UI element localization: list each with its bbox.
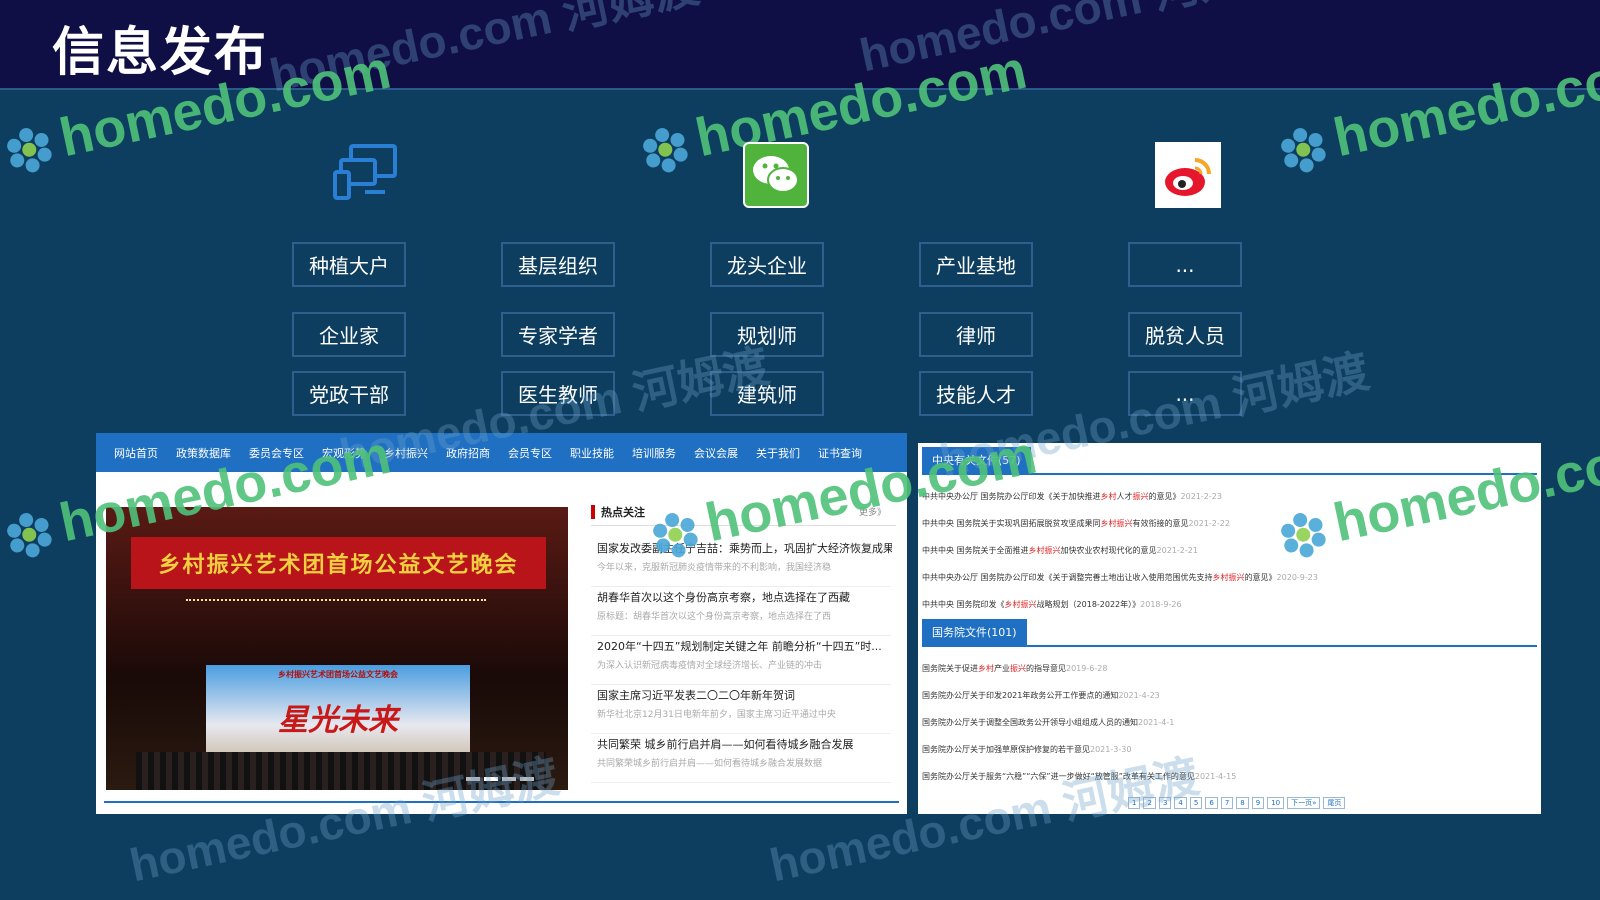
group-button[interactable]: 脱贫人员 (1128, 312, 1242, 357)
nav-item[interactable]: 网站首页 (114, 445, 158, 461)
flower-logo-icon (1281, 512, 1326, 558)
nav-item[interactable]: 培训服务 (632, 445, 676, 461)
group-button[interactable]: 企业家 (292, 312, 406, 357)
tab-state-council-docs[interactable]: 国务院文件(101) (922, 619, 1027, 645)
group-button[interactable]: 种植大户 (292, 242, 406, 287)
doc-item[interactable]: 国务院办公厅关于加强草原保护修复的若干意见2021-3-30 (922, 744, 1131, 755)
next-page-link[interactable]: 下一页» (1287, 797, 1321, 809)
flower-logo-icon (643, 127, 688, 173)
flower-logo-icon (1281, 127, 1326, 173)
flower-logo-icon (7, 127, 52, 173)
last-page-link[interactable]: 尾页 (1323, 797, 1346, 809)
flower-logo-icon (7, 512, 52, 558)
news-item[interactable]: 国家主席习近平发表二〇二〇年新年贺词 新华社北京12月31日电新年前夕，国家主席习… (591, 685, 891, 734)
group-button[interactable]: 专家学者 (501, 312, 615, 357)
page-link[interactable]: 8 (1236, 797, 1249, 809)
doc-item[interactable]: 国务院办公厅关于调整全国政务公开领导小组组成人员的通知2021-4-1 (922, 717, 1174, 728)
screen-art: 星光未来 (278, 703, 398, 738)
page-link[interactable]: 6 (1205, 797, 1218, 809)
doc-item[interactable]: 中共中央 国务院关于全面推进乡村振兴加快农业农村现代化的意见2021-2-21 (922, 545, 1198, 556)
doc-item[interactable]: 国务院关于促进乡村产业振兴的指导意见2019-6-28 (922, 663, 1107, 674)
banner-text: 乡村振兴艺术团首场公益文艺晚会 (158, 553, 519, 578)
nav-item[interactable]: 会议会展 (694, 445, 738, 461)
news-item[interactable]: 胡春华首次以这个身份高京考察，地点选择在了西藏 原标题：胡春华首次以这个身份高京考… (591, 587, 891, 636)
doc-item[interactable]: 中共中央 国务院关于实现巩固拓展脱贫攻坚成果同乡村振兴有效衔接的意见2021-2… (922, 518, 1230, 529)
doc-item[interactable]: 国务院办公厅关于印发2021年政务公开工作要点的通知2021-4-23 (922, 690, 1160, 701)
page-link[interactable]: 7 (1220, 797, 1234, 809)
screen-title: 乡村振兴艺术团首场公益文艺晚会 (278, 670, 398, 679)
group-button[interactable]: 律师 (919, 312, 1033, 357)
nav-item[interactable]: 关于我们 (756, 445, 800, 461)
doc-item[interactable]: 中共中央办公厅 国务院办公厅印发《关于调整完善土地出让收入使用范围优先支持乡村振… (922, 572, 1318, 583)
hot-topics-title: 热点关注 (601, 506, 645, 519)
page-link[interactable]: 9 (1251, 797, 1265, 809)
wechat-icon (743, 142, 809, 208)
news-item[interactable]: 2020年“十四五”规划制定关键之年 前瞻分析“十四五”时... 为深入认识新冠病… (591, 636, 891, 685)
flower-logo-icon (653, 512, 698, 558)
nav-item[interactable]: 证书查询 (818, 445, 862, 461)
doc-item[interactable]: 中共中央 国务院印发《乡村振兴战略规划（2018-2022年）》2018-9-2… (922, 599, 1182, 610)
group-button[interactable]: 龙头企业 (710, 242, 824, 287)
group-button[interactable]: 基层组织 (501, 242, 615, 287)
news-item[interactable]: 共同繁荣 城乡前行启并肩——如何看待城乡融合发展 共同繁荣城乡前行启并肩——如何看… (591, 734, 891, 783)
devices-icon (333, 142, 399, 208)
weibo-icon (1155, 142, 1221, 208)
event-photo: 乡村振兴艺术团首场公益文艺晚会 乡村振兴艺术团首场公益文艺晚会 星光未来 (106, 507, 568, 790)
group-button[interactable]: 产业基地 (919, 242, 1033, 287)
nav-item[interactable]: 职业技能 (570, 445, 614, 461)
page-link[interactable]: 10 (1267, 797, 1285, 809)
group-button[interactable]: ... (1128, 242, 1242, 287)
